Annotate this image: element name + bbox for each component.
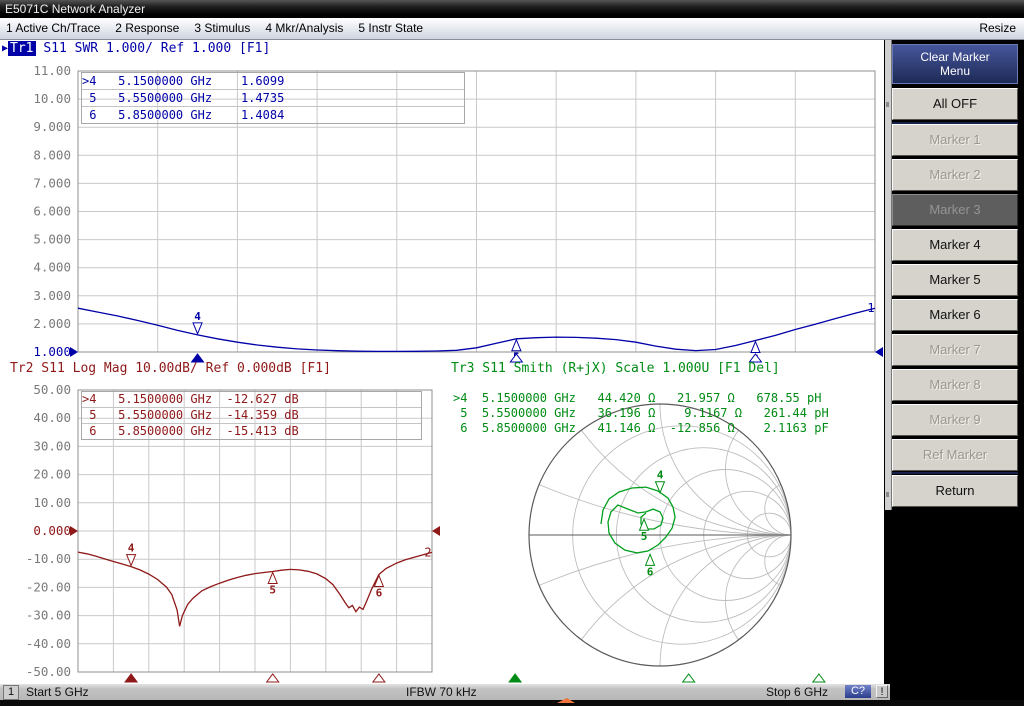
svg-text:6: 6 [647, 565, 654, 578]
svg-text:2: 2 [424, 545, 431, 559]
svg-text:10.00: 10.00 [33, 91, 71, 106]
menu-2-response[interactable]: 2 Response [115, 18, 179, 39]
svg-text:50.00: 50.00 [33, 382, 71, 397]
alert-badge[interactable]: ! [876, 685, 888, 698]
svg-text:5: 5 [269, 583, 276, 596]
softkey-marker-9[interactable]: Marker 9 [892, 404, 1018, 436]
tr2-marker-table: >4 5.1500000 GHz -12.627 dB 5 5.5500000 … [81, 391, 422, 440]
svg-text:8.000: 8.000 [33, 147, 71, 162]
svg-text:30.00: 30.00 [33, 438, 71, 453]
marker-row: 6 5.8500000 GHz 1.4084 [82, 107, 464, 123]
svg-text:-30.00: -30.00 [26, 608, 71, 623]
softkey-marker-7[interactable]: Marker 7 [892, 334, 1018, 366]
menu-5-instr-state[interactable]: 5 Instr State [358, 18, 423, 39]
tr1-tag: Tr1 [8, 41, 35, 56]
tr3-marker-table: >4 5.1500000 GHz 44.420 Ω 21.957 Ω 678.5… [453, 391, 829, 436]
svg-text:5: 5 [641, 530, 648, 543]
softkey-menu-title-line1: Clear Marker [893, 50, 1017, 64]
marker-row: >4 5.1500000 GHz 1.6099 [82, 73, 464, 90]
svg-text:1: 1 [867, 301, 874, 315]
menu-3-stimulus[interactable]: 3 Stimulus [194, 18, 250, 39]
softkey-ref-marker[interactable]: Ref Marker [892, 439, 1018, 471]
svg-text:4.000: 4.000 [33, 260, 71, 275]
svg-text:6.000: 6.000 [33, 204, 71, 219]
menu-1-active-ch-trace[interactable]: 1 Active Ch/Trace [6, 18, 100, 39]
softkey-marker-8[interactable]: Marker 8 [892, 369, 1018, 401]
menu-items: 1 Active Ch/Trace 2 Response 3 Stimulus 4 M… [6, 18, 438, 40]
marker-row: 5 5.5500000 GHz -14.359 dB [82, 408, 421, 424]
svg-text:-50.00: -50.00 [26, 664, 71, 679]
svg-text:1.000: 1.000 [33, 344, 71, 359]
softkey-marker-5[interactable]: Marker 5 [892, 264, 1018, 296]
svg-text:0.000: 0.000 [33, 523, 71, 538]
svg-text:10.00: 10.00 [33, 495, 71, 510]
menu-resize[interactable]: Resize [979, 18, 1016, 39]
ifbw-label: IFBW 70 kHz [406, 684, 477, 700]
svg-text:4: 4 [657, 469, 664, 482]
display-area: 11.00 10.00 9.000 8.000 7.000 6.000 5.000 4.000… [0, 40, 884, 684]
sb-separator-bottom [892, 472, 1018, 474]
menu-4-mkr-analysis[interactable]: 4 Mkr/Analysis [265, 18, 343, 39]
tr1-title[interactable]: ▶Tr1 S11 SWR 1.000/ Ref 1.000 [F1] [2, 41, 270, 57]
svg-text:5.000: 5.000 [33, 232, 71, 247]
svg-text:9.000: 9.000 [33, 119, 71, 134]
svg-text:3.000: 3.000 [33, 288, 71, 303]
stop-frequency-label: Stop 6 GHz [766, 684, 828, 700]
softkey-scroll-strip[interactable] [885, 40, 892, 510]
softkey-marker-4[interactable]: Marker 4 [892, 229, 1018, 261]
sb-separator-top [892, 122, 1018, 124]
svg-text:-20.00: -20.00 [26, 579, 71, 594]
marker-row: >4 5.1500000 GHz 44.420 Ω 21.957 Ω 678.5… [453, 391, 829, 406]
marker-row: 6 5.8500000 GHz 41.146 Ω -12.856 Ω 2.116… [453, 421, 829, 436]
svg-text:6: 6 [376, 586, 383, 599]
marker-row: 6 5.8500000 GHz -15.413 dB [82, 424, 421, 439]
softkey-marker-2[interactable]: Marker 2 [892, 159, 1018, 191]
marker-row: 5 5.5500000 GHz 36.196 Ω 9.1167 Ω 261.44… [453, 406, 829, 421]
softkey-marker-6[interactable]: Marker 6 [892, 299, 1018, 331]
channel-number-badge: 1 [3, 685, 19, 700]
svg-text:7.000: 7.000 [33, 175, 71, 190]
window-titlebar: E5071C Network Analyzer [0, 0, 1024, 18]
tr1-title-text: S11 SWR 1.000/ Ref 1.000 [F1] [36, 41, 271, 56]
softkey-sidebar: Clear Marker Menu All OFFMarker 1Marker … [884, 40, 1024, 684]
softkey-marker-1[interactable]: Marker 1 [892, 124, 1018, 156]
menu-bar: 1 Active Ch/Trace 2 Response 3 Stimulus 4 M… [0, 18, 1024, 40]
window-title: E5071C Network Analyzer [5, 2, 145, 16]
start-frequency-label: Start 5 GHz [26, 684, 89, 700]
softkey-marker-3[interactable]: Marker 3 [892, 194, 1018, 226]
tr2-title[interactable]: Tr2 S11 Log Mag 10.00dB/ Ref 0.000dB [F1… [10, 361, 331, 377]
marker-row: >4 5.1500000 GHz -12.627 dB [82, 392, 421, 408]
softkey-all-off[interactable]: All OFF [892, 88, 1018, 120]
pointer-cursor-icon [557, 698, 575, 703]
svg-text:2.000: 2.000 [33, 316, 71, 331]
correction-status-badge: C? [845, 685, 871, 698]
marker-row: 5 5.5500000 GHz 1.4735 [82, 90, 464, 107]
softkey-return[interactable]: Return [892, 475, 1018, 507]
bottom-strip [0, 700, 1024, 706]
tr3-title[interactable]: Tr3 S11 Smith (R+jX) Scale 1.000U [F1 De… [451, 361, 780, 377]
tr1-marker-table: >4 5.1500000 GHz 1.6099 5 5.5500000 GHz … [81, 72, 465, 124]
status-bar: 1 Start 5 GHz IFBW 70 kHz Stop 6 GHz C? … [0, 684, 890, 700]
softkey-menu-title: Clear Marker Menu [892, 44, 1018, 84]
svg-text:-10.00: -10.00 [26, 551, 71, 566]
svg-text:40.00: 40.00 [33, 410, 71, 425]
svg-text:20.00: 20.00 [33, 467, 71, 482]
svg-text:4: 4 [194, 310, 201, 323]
softkey-menu-title-line2: Menu [893, 64, 1017, 78]
svg-text:11.00: 11.00 [33, 63, 71, 78]
svg-text:-40.00: -40.00 [26, 636, 71, 651]
svg-text:4: 4 [128, 542, 135, 555]
